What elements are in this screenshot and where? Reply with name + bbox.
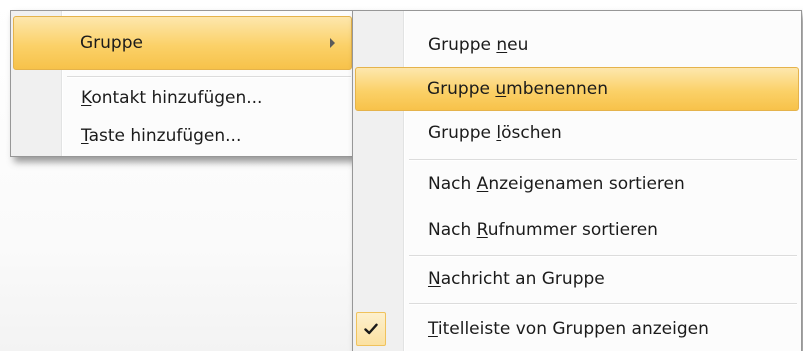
submenu-item-gruppe-neu[interactable]: Gruppe neu (355, 25, 799, 65)
submenu-item-sort-rufnummer[interactable]: Nach Rufnummer sortieren (355, 210, 799, 250)
accesskey-letter: T (81, 126, 89, 146)
menu-item-gruppe[interactable]: Gruppe (13, 16, 352, 70)
accesskey-letter: n (496, 35, 508, 55)
menu-item-gruppe-label: Gruppe (80, 33, 143, 53)
accesskey-letter: R (476, 220, 488, 240)
accesskey-letter: N (428, 269, 441, 289)
submenu-item-sort-rufnummer-label: Nach Rufnummer sortieren (428, 220, 658, 240)
submenu-item-gruppe-umbenennen-label: Gruppe umbenennen (427, 79, 608, 99)
submenu-item-sort-anzeigenamen[interactable]: Nach Anzeigenamen sortieren (355, 164, 799, 204)
context-menu: Gruppe Kontakt hinzufügen... Taste hinzu… (10, 10, 355, 157)
submenu-item-nachricht-an-gruppe-label: Nachricht an Gruppe (428, 269, 605, 289)
submenu-item-gruppe-umbenennen[interactable]: Gruppe umbenennen (355, 67, 799, 111)
accesskey-letter: K (81, 88, 92, 108)
accesskey-letter: u (495, 79, 507, 99)
submenu-separator (409, 159, 797, 161)
menu-separator (67, 76, 351, 78)
menu-item-taste-hinzufuegen[interactable]: Taste hinzufügen... (13, 117, 352, 155)
submenu-arrow-icon (330, 38, 335, 48)
submenu-item-sort-anzeigenamen-label: Nach Anzeigenamen sortieren (428, 174, 685, 194)
submenu-item-titelleiste-anzeigen[interactable]: Titelleiste von Gruppen anzeigen (355, 309, 799, 349)
submenu-item-gruppe-neu-label: Gruppe neu (428, 35, 529, 55)
menu-item-kontakt-hinzufuegen-label: Kontakt hinzufügen... (81, 88, 263, 108)
accesskey-letter: A (476, 174, 489, 194)
gruppe-submenu: Gruppe neu Gruppe umbenennen Gruppe lösc… (352, 10, 802, 351)
checkmark-box (356, 312, 386, 346)
menu-item-taste-hinzufuegen-label: Taste hinzufügen... (81, 126, 242, 146)
submenu-item-nachricht-an-gruppe[interactable]: Nachricht an Gruppe (355, 259, 799, 299)
accesskey-letter: l (496, 123, 502, 143)
submenu-separator (409, 303, 797, 305)
accesskey-letter: T (428, 319, 438, 339)
submenu-item-gruppe-loeschen[interactable]: Gruppe löschen (355, 113, 799, 153)
menu-item-kontakt-hinzufuegen[interactable]: Kontakt hinzufügen... (13, 79, 352, 117)
submenu-separator (409, 255, 797, 257)
checkmark-icon (364, 323, 378, 335)
submenu-item-gruppe-loeschen-label: Gruppe löschen (428, 123, 562, 143)
submenu-item-titelleiste-anzeigen-label: Titelleiste von Gruppen anzeigen (428, 319, 709, 339)
